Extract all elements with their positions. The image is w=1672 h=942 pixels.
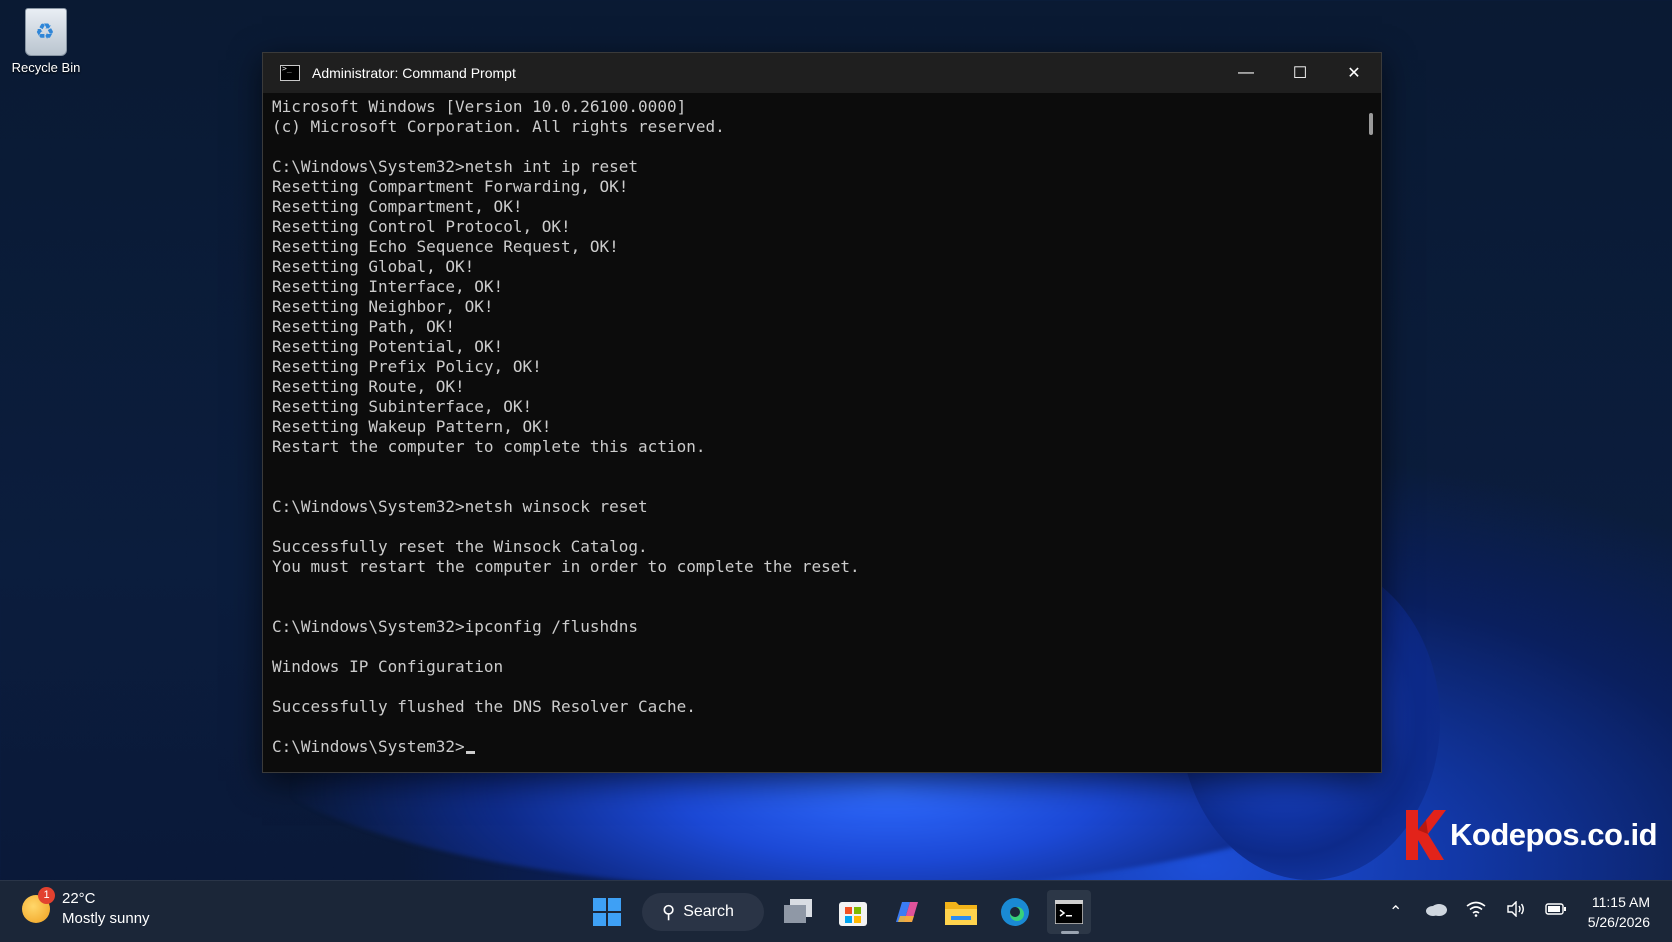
terminal-line: Resetting Compartment, OK!	[272, 197, 523, 216]
minimize-icon: —	[1238, 64, 1254, 81]
command-prompt-taskbar-button[interactable]	[1047, 890, 1091, 934]
terminal-line: Resetting Route, OK!	[272, 377, 465, 396]
battery-icon[interactable]	[1536, 902, 1576, 921]
weather-sun-icon: 1	[22, 887, 55, 923]
clock-time: 11:15 AM	[1591, 893, 1650, 910]
windows-logo-icon	[593, 898, 621, 926]
weather-condition: Mostly sunny	[62, 910, 150, 927]
clock-date: 5/26/2026	[1587, 913, 1650, 930]
terminal-line: Restart the computer to complete this ac…	[272, 437, 706, 456]
system-tray: ⌃ 11:15 AM 5/26/2026	[1376, 881, 1672, 942]
taskbar-search-button[interactable]: ⚲ Search	[642, 893, 764, 931]
terminal-line: Resetting Neighbor, OK!	[272, 297, 494, 316]
watermark-text: Kodepos.co.id	[1450, 817, 1658, 852]
command-prompt-icon	[280, 64, 300, 81]
file-explorer-button[interactable]	[939, 890, 983, 934]
terminal-line: C:\Windows\System32>netsh int ip reset	[272, 157, 639, 176]
store-button[interactable]	[831, 890, 875, 934]
recycle-bin-icon	[25, 8, 67, 56]
terminal-line: Resetting Path, OK!	[272, 317, 456, 336]
terminal-line: Resetting Subinterface, OK!	[272, 397, 533, 416]
command-prompt-window[interactable]: Administrator: Command Prompt — ☐ ✕ Micr…	[262, 52, 1382, 773]
notification-badge: 1	[38, 887, 55, 904]
terminal-line: Resetting Global, OK!	[272, 257, 475, 276]
scrollbar-thumb[interactable]	[1369, 113, 1373, 135]
file-explorer-icon	[945, 902, 977, 925]
terminal-line: You must restart the computer in order t…	[272, 557, 860, 576]
desktop-icon-label: Recycle Bin	[11, 60, 81, 75]
close-icon: ✕	[1347, 65, 1361, 82]
terminal-line: Successfully reset the Winsock Catalog.	[272, 537, 648, 556]
terminal-line: C:\Windows\System32>ipconfig /flushdns	[272, 617, 639, 636]
watermark: Kodepos.co.id	[1402, 808, 1658, 862]
edge-button[interactable]	[993, 890, 1037, 934]
edge-icon	[1001, 898, 1029, 926]
terminal-line: Resetting Wakeup Pattern, OK!	[272, 417, 552, 436]
terminal-line: Resetting Control Protocol, OK!	[272, 217, 571, 236]
terminal-line: (c) Microsoft Corporation. All rights re…	[272, 117, 725, 136]
window-title: Administrator: Command Prompt	[312, 65, 516, 81]
terminal-prompt: C:\Windows\System32>	[272, 737, 465, 756]
copilot-icon	[896, 902, 918, 922]
start-button[interactable]	[585, 890, 629, 934]
terminal-line: Resetting Interface, OK!	[272, 277, 504, 296]
weather-temperature: 22°C	[62, 890, 96, 907]
store-icon	[839, 902, 867, 926]
terminal-line: Resetting Echo Sequence Request, OK!	[272, 237, 619, 256]
chevron-up-icon[interactable]: ⌃	[1376, 902, 1416, 922]
terminal-line: Resetting Compartment Forwarding, OK!	[272, 177, 629, 196]
terminal-output[interactable]: Microsoft Windows [Version 10.0.26100.00…	[263, 93, 1359, 772]
weather-widget[interactable]: 1 22°C Mostly sunny	[22, 887, 150, 929]
kodepos-logo-icon	[1406, 810, 1446, 860]
terminal-icon	[1055, 900, 1083, 924]
terminal-scrollbar[interactable]	[1359, 93, 1381, 772]
terminal-line: Resetting Potential, OK!	[272, 337, 504, 356]
terminal-line: Microsoft Windows [Version 10.0.26100.00…	[272, 97, 687, 116]
onedrive-cloud-icon[interactable]	[1416, 902, 1456, 921]
close-button[interactable]: ✕	[1327, 53, 1381, 93]
wifi-icon[interactable]	[1456, 901, 1496, 922]
copilot-button[interactable]	[885, 890, 929, 934]
terminal-line: C:\Windows\System32>netsh winsock reset	[272, 497, 648, 516]
task-view-icon	[784, 899, 812, 923]
window-titlebar[interactable]: Administrator: Command Prompt — ☐ ✕	[263, 53, 1381, 93]
maximize-icon: ☐	[1292, 65, 1308, 82]
search-icon: ⚲	[662, 901, 676, 922]
terminal-line: Successfully flushed the DNS Resolver Ca…	[272, 697, 696, 716]
maximize-button[interactable]: ☐	[1273, 53, 1327, 93]
terminal-line: Resetting Prefix Policy, OK!	[272, 357, 542, 376]
terminal-line: Windows IP Configuration	[272, 657, 504, 676]
volume-icon[interactable]	[1496, 900, 1536, 922]
system-clock[interactable]: 11:15 AM 5/26/2026	[1588, 892, 1650, 932]
minimize-button[interactable]: —	[1219, 53, 1273, 93]
terminal-prompt-line[interactable]: C:\Windows\System32>	[272, 737, 1350, 757]
text-cursor	[465, 751, 475, 754]
taskbar: 1 22°C Mostly sunny ⚲ Search ⌃ 11:15 AM …	[0, 880, 1672, 942]
task-view-button[interactable]	[777, 890, 821, 934]
search-label: Search	[683, 903, 734, 920]
desktop-icon-recycle-bin[interactable]: Recycle Bin	[6, 8, 86, 75]
